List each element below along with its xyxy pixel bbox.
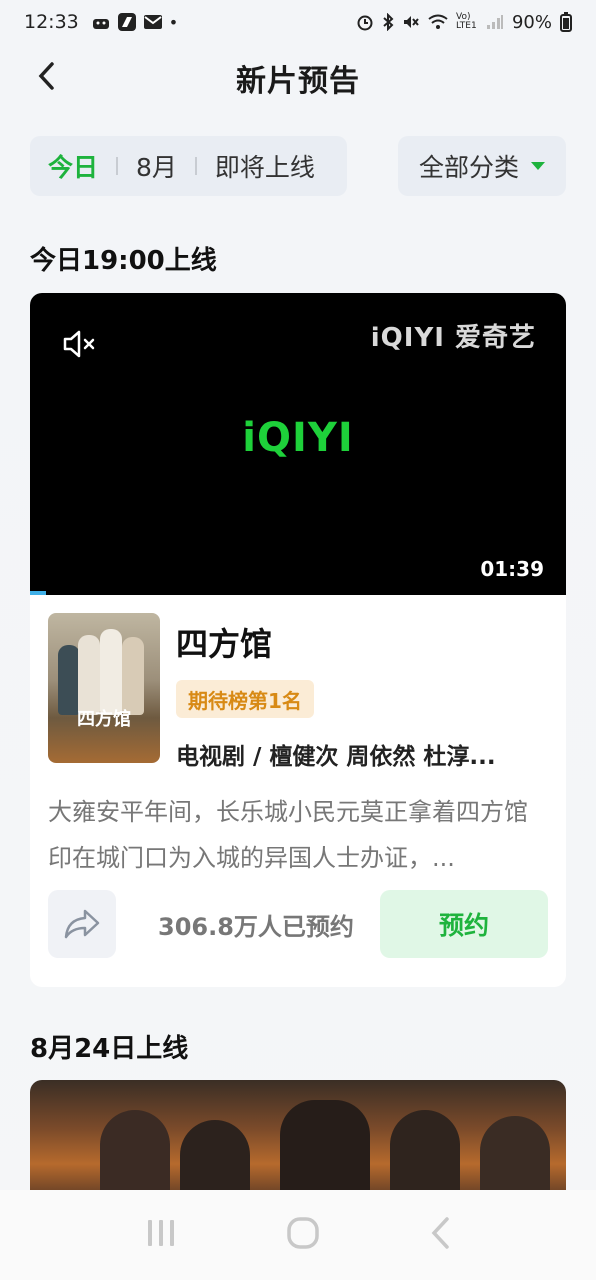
poster-image[interactable]: 四方馆 xyxy=(48,613,160,763)
release-card-preview[interactable] xyxy=(30,1080,566,1200)
mute-status-icon xyxy=(403,16,419,28)
preview-figure xyxy=(100,1110,170,1200)
rank-badge: 期待榜第1名 xyxy=(176,680,314,718)
category-dropdown[interactable]: 全部分类 xyxy=(398,136,566,196)
video-player[interactable]: iQIYI 爱奇艺 iQIYI 01:39 xyxy=(30,293,566,595)
network-label: Vo) LTE1 xyxy=(455,12,477,31)
signal-icon xyxy=(486,15,503,29)
status-bar: 12:33 • Vo) LTE1 90% xyxy=(0,0,596,44)
poster-figure xyxy=(100,629,122,715)
bluetooth-icon xyxy=(383,13,394,31)
status-time: 12:33 xyxy=(24,11,79,33)
video-duration: 01:39 xyxy=(480,557,544,581)
preview-figure xyxy=(180,1120,250,1200)
poster-figure xyxy=(78,635,100,715)
android-icon xyxy=(92,19,109,29)
chevron-left-icon xyxy=(38,62,54,90)
show-title[interactable]: 四方馆 xyxy=(176,619,272,665)
poster-figure xyxy=(122,637,144,715)
recent-apps-button[interactable] xyxy=(145,1217,177,1253)
show-meta: 电视剧 / 檀健次 周依然 杜淳... xyxy=(176,744,496,770)
iqiyi-logo: iQIYI xyxy=(242,415,354,461)
caret-down-icon xyxy=(531,162,545,170)
back-nav-icon xyxy=(431,1217,450,1249)
notification-dot: • xyxy=(168,12,179,32)
wifi-icon xyxy=(428,14,448,29)
back-nav-button[interactable] xyxy=(429,1216,451,1254)
date-filter-tabs: 今日 8月 即将上线 xyxy=(30,136,347,196)
mail-icon xyxy=(143,15,162,29)
system-icons: Vo) LTE1 90% xyxy=(356,12,572,33)
recent-apps-icon xyxy=(147,1220,174,1246)
section-date-label: 今日19:00上线 xyxy=(30,246,217,276)
home-icon xyxy=(287,1217,319,1249)
system-nav-bar xyxy=(0,1190,596,1280)
alarm-icon xyxy=(357,15,373,31)
mute-icon[interactable] xyxy=(62,329,98,363)
preview-figure xyxy=(280,1100,370,1190)
tab-august[interactable]: 8月 xyxy=(136,148,177,184)
poster-title: 四方馆 xyxy=(77,709,131,730)
reservation-count: 306.8万人已预约 xyxy=(158,913,354,941)
header: 新片预告 xyxy=(0,50,596,106)
notification-icons: • xyxy=(91,12,178,32)
share-button[interactable] xyxy=(48,890,116,958)
tab-upcoming[interactable]: 即将上线 xyxy=(215,148,315,184)
app-icon xyxy=(117,13,136,31)
release-card: iQIYI 爱奇艺 iQIYI 01:39 四方馆 四方馆 期待榜第1名 电视剧… xyxy=(30,293,566,987)
video-progress-bar xyxy=(30,591,46,595)
share-icon xyxy=(64,909,100,939)
category-label: 全部分类 xyxy=(418,153,519,182)
section-date-label: 8月24日上线 xyxy=(30,1034,189,1064)
divider xyxy=(194,157,197,175)
battery-icon xyxy=(560,12,572,32)
preview-figure xyxy=(480,1116,550,1200)
divider xyxy=(116,157,119,175)
preview-figure xyxy=(390,1110,460,1200)
tab-today[interactable]: 今日 xyxy=(48,148,98,184)
reserve-button[interactable]: 预约 xyxy=(380,890,548,958)
home-button[interactable] xyxy=(286,1216,320,1254)
back-button[interactable] xyxy=(30,56,62,96)
page-title: 新片预告 xyxy=(236,64,360,99)
show-description: 大雍安平年间，长乐城小民元莫正拿着四方馆印在城门口为入城的异国人士办证，... xyxy=(48,798,528,872)
iqiyi-watermark: iQIYI 爱奇艺 xyxy=(370,323,536,353)
battery-level: 90% xyxy=(511,11,552,33)
